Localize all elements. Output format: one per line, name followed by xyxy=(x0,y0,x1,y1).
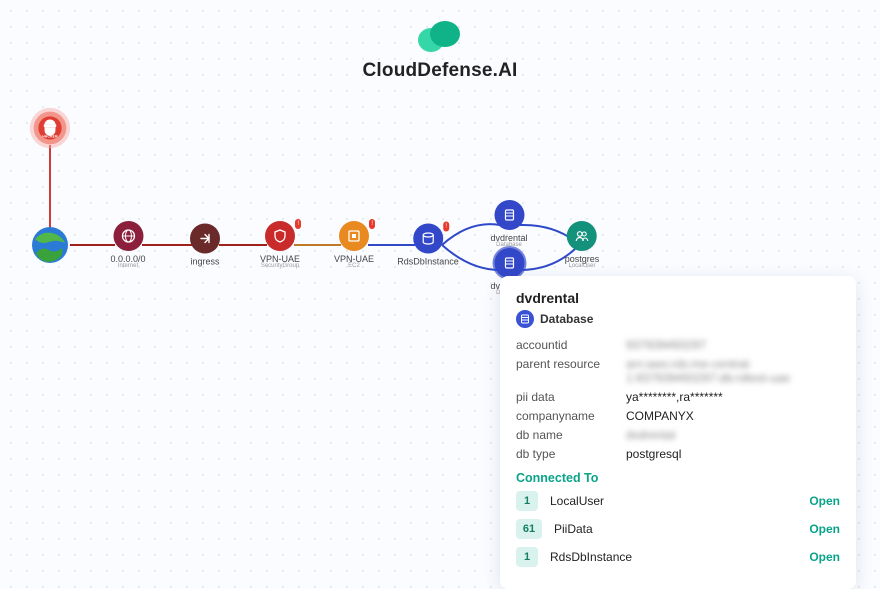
connected-count: 1 xyxy=(516,491,538,511)
database-icon xyxy=(516,310,534,328)
connected-header: Connected To xyxy=(516,471,840,485)
node-local-user[interactable]: postgres LocalUser xyxy=(565,221,600,269)
node-label: RdsDbInstance xyxy=(397,257,459,267)
open-link[interactable]: Open xyxy=(809,522,840,536)
alert-badge-icon: ! xyxy=(295,219,301,229)
node-globe[interactable] xyxy=(30,225,70,265)
node-hacker[interactable]: HACKER xyxy=(29,107,71,149)
kv-key: parent resource xyxy=(516,357,626,385)
connected-row: 61 PiiData Open xyxy=(516,519,840,539)
node-sublabel: SecurityGroup xyxy=(260,263,300,269)
connected-count: 61 xyxy=(516,519,542,539)
node-sublabel: LocalUser xyxy=(565,263,600,269)
node-rds[interactable]: ! RdsDbInstance xyxy=(397,224,459,267)
rds-icon: ! xyxy=(413,224,443,254)
node-security-group[interactable]: ! VPN-UAE SecurityGroup xyxy=(260,221,300,269)
kv-key: db name xyxy=(516,428,626,442)
user-icon xyxy=(567,221,597,251)
kv-value: ya********,ra******* xyxy=(626,390,840,404)
connected-type: LocalUser xyxy=(550,494,809,508)
svg-text:HACKER: HACKER xyxy=(42,134,58,138)
open-link[interactable]: Open xyxy=(809,494,840,508)
connected-type: RdsDbInstance xyxy=(550,550,809,564)
database-icon xyxy=(494,200,524,230)
open-link[interactable]: Open xyxy=(809,550,840,564)
connected-type: PiiData xyxy=(554,522,809,536)
internet-icon xyxy=(113,221,143,251)
hacker-icon: HACKER xyxy=(29,107,71,149)
resource-detail-panel: dvdrental Database accountid937939493297… xyxy=(500,276,856,589)
node-ingress[interactable]: ingress xyxy=(190,224,220,267)
kv-key: companyname xyxy=(516,409,626,423)
kv-key: db type xyxy=(516,447,626,461)
kv-key: pii data xyxy=(516,390,626,404)
connected-row: 1 LocalUser Open xyxy=(516,491,840,511)
database-icon xyxy=(494,248,524,278)
security-group-icon: ! xyxy=(265,221,295,251)
globe-icon xyxy=(30,225,70,265)
node-database-top[interactable]: dvdrental Database xyxy=(490,200,527,248)
node-internet[interactable]: 0.0.0.0/0 Internet xyxy=(110,221,145,269)
connected-row: 1 RdsDbInstance Open xyxy=(516,547,840,567)
alert-badge-icon: ! xyxy=(443,222,449,232)
kv-value-redacted: 937939493297 xyxy=(626,338,840,352)
node-label: ingress xyxy=(190,257,220,267)
kv-key: accountid xyxy=(516,338,626,352)
connected-count: 1 xyxy=(516,547,538,567)
alert-badge-icon: ! xyxy=(369,219,375,229)
ingress-icon xyxy=(190,224,220,254)
node-ec2[interactable]: ! VPN-UAE EC2 xyxy=(334,221,374,269)
panel-type: Database xyxy=(540,312,593,326)
kv-value-redacted: arn:aws:rds:me-central-1:937939493297:db… xyxy=(626,357,840,385)
kv-value: COMPANYX xyxy=(626,409,840,423)
panel-title: dvdrental xyxy=(516,290,840,306)
ec2-icon: ! xyxy=(339,221,369,251)
kv-value-redacted: dvdrental xyxy=(626,428,840,442)
kv-value: postgresql xyxy=(626,447,840,461)
